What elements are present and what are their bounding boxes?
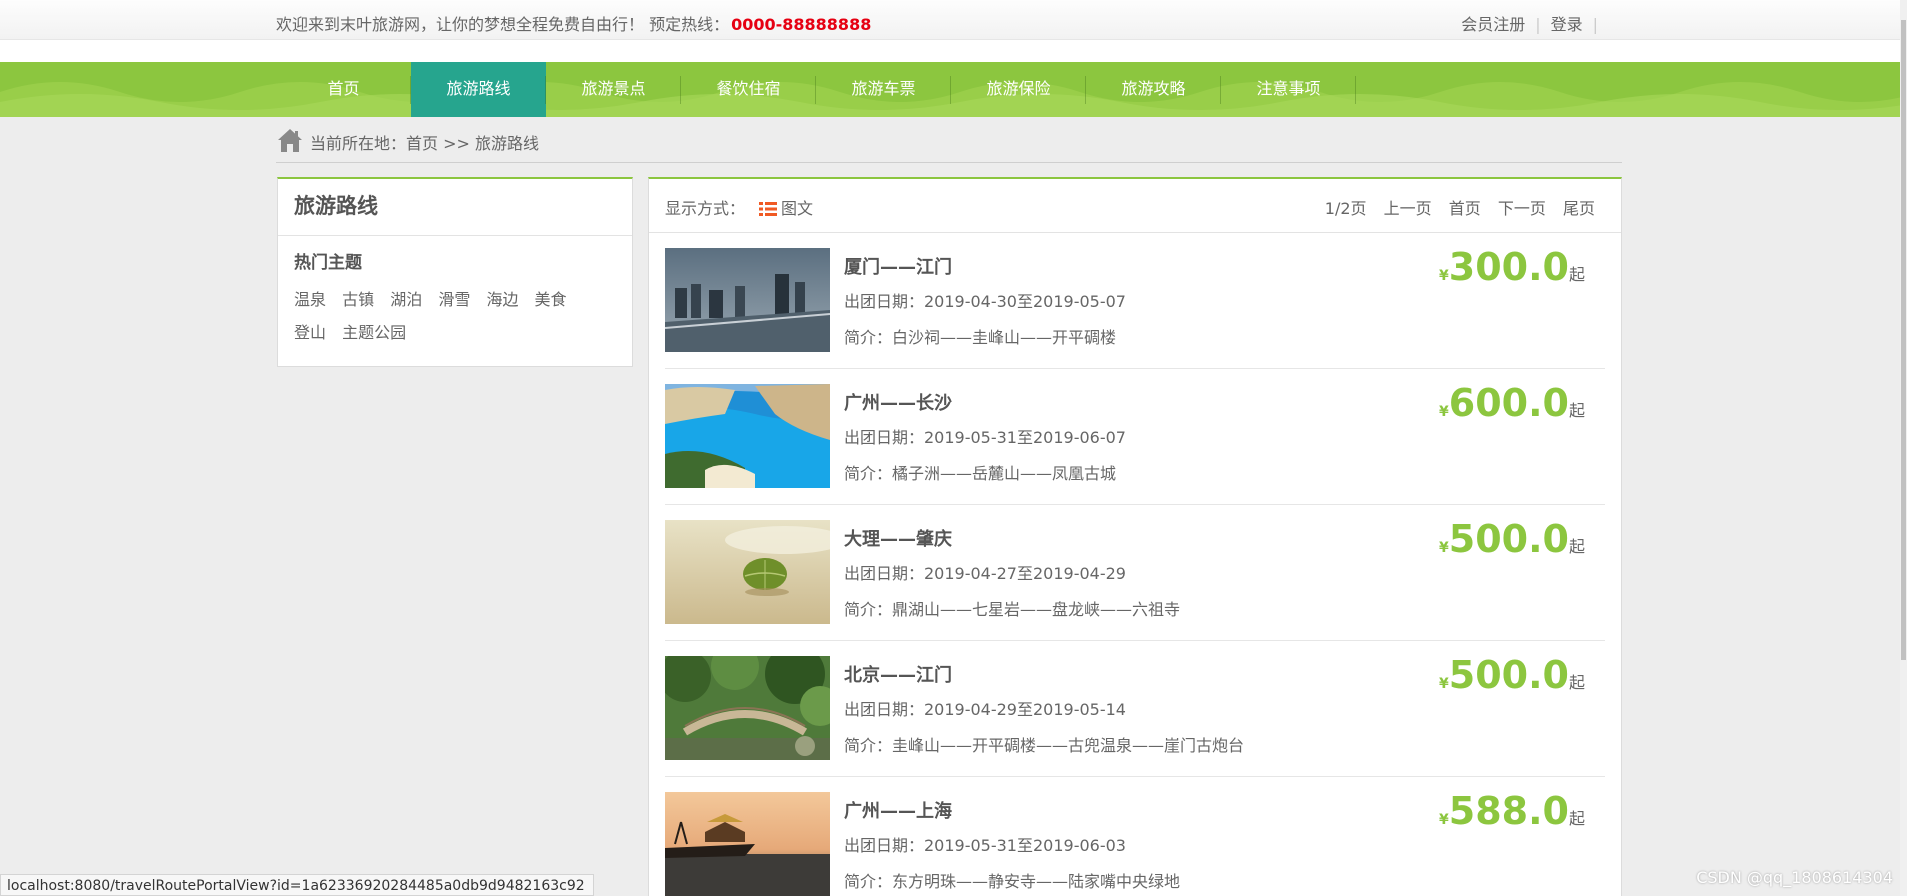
currency-symbol: ¥ xyxy=(1439,540,1449,556)
auth-separator-end: | xyxy=(1592,15,1598,34)
nav-item-notices[interactable]: 注意事项 xyxy=(1221,62,1356,117)
route-item[interactable]: 广州——上海 出团日期：2019-05-31至2019-06-03 简介：东方明… xyxy=(665,777,1605,896)
auth-links: 会员注册 | 登录 | xyxy=(1461,11,1608,35)
pagination: 1/2页 上一页 首页 下一页 尾页 xyxy=(1325,195,1595,219)
sidebar-title: 旅游路线 xyxy=(278,179,632,236)
route-title[interactable]: 厦门——江门 xyxy=(844,253,952,279)
route-list: 厦门——江门 出团日期：2019-04-30至2019-05-07 简介：白沙祠… xyxy=(649,233,1621,896)
page-indicator: 1/2页 xyxy=(1324,199,1367,218)
currency-symbol: ¥ xyxy=(1439,676,1449,692)
scrollbar-thumb[interactable] xyxy=(1901,20,1906,660)
route-title[interactable]: 广州——长沙 xyxy=(844,389,952,415)
route-item[interactable]: 广州——长沙 出团日期：2019-05-31至2019-06-07 简介：橘子洲… xyxy=(665,369,1605,505)
route-price: ¥500.0起 xyxy=(1439,517,1585,561)
price-suffix: 起 xyxy=(1568,673,1585,692)
topic-tags: 温泉 古镇 湖泊 滑雪 海边 美食 登山 主题公园 xyxy=(278,273,632,349)
route-title[interactable]: 广州——上海 xyxy=(844,797,952,823)
hot-topics-heading: 热门主题 xyxy=(294,253,362,273)
route-date: 出团日期：2019-04-27至2019-04-29 xyxy=(844,564,1126,583)
topic-tag-hot-spring[interactable]: 温泉 xyxy=(294,283,326,316)
price-suffix: 起 xyxy=(1568,537,1585,556)
topic-tag-theme-park[interactable]: 主题公园 xyxy=(342,316,406,349)
hotline-number: 0000-88888888 xyxy=(731,15,872,34)
route-price: ¥500.0起 xyxy=(1439,653,1585,697)
breadcrumb-text: 当前所在地：首页 >> 旅游路线 xyxy=(310,134,539,153)
route-list-panel: 显示方式： 图文 1/2页 上一页 首页 下一页 尾页 厦门——江门 出团日期：… xyxy=(648,177,1622,896)
route-item[interactable]: 大理——肇庆 出团日期：2019-04-27至2019-04-29 简介：鼎湖山… xyxy=(665,505,1605,641)
route-description: 简介：橘子洲——岳麓山——凤凰古城 xyxy=(844,464,1117,483)
garden-bridge-photo[interactable] xyxy=(665,656,830,760)
price-value: 500.0 xyxy=(1448,653,1569,697)
view-mode: 显示方式： 图文 xyxy=(665,195,813,219)
register-link[interactable]: 会员注册 xyxy=(1461,15,1525,34)
last-page-link[interactable]: 尾页 xyxy=(1563,199,1595,218)
boat-sunset-photo[interactable] xyxy=(665,792,830,896)
auth-separator: | xyxy=(1535,15,1541,34)
page-scrollbar[interactable] xyxy=(1900,0,1907,896)
login-link[interactable]: 登录 xyxy=(1551,15,1583,34)
home-icon xyxy=(278,129,302,152)
sidebar: 旅游路线 热门主题 温泉 古镇 湖泊 滑雪 海边 美食 登山 主题公园 xyxy=(277,177,633,367)
currency-symbol: ¥ xyxy=(1439,268,1449,284)
price-suffix: 起 xyxy=(1568,809,1585,828)
currency-symbol: ¥ xyxy=(1439,812,1449,828)
topic-tag-lake[interactable]: 湖泊 xyxy=(390,283,422,316)
topic-tag-skiing[interactable]: 滑雪 xyxy=(438,283,470,316)
nav-item-insurance[interactable]: 旅游保险 xyxy=(951,62,1086,117)
route-description: 简介：圭峰山——开平碉楼——古兜温泉——崖门古炮台 xyxy=(844,736,1245,755)
topic-tag-ancient-town[interactable]: 古镇 xyxy=(342,283,374,316)
first-page-link[interactable]: 首页 xyxy=(1449,199,1481,218)
route-item[interactable]: 厦门——江门 出团日期：2019-04-30至2019-05-07 简介：白沙祠… xyxy=(665,233,1605,369)
route-date: 出团日期：2019-04-30至2019-05-07 xyxy=(844,292,1126,311)
route-price: ¥588.0起 xyxy=(1439,789,1585,833)
nav-item-tickets[interactable]: 旅游车票 xyxy=(816,62,951,117)
view-mode-label: 显示方式： xyxy=(665,199,746,218)
price-value: 588.0 xyxy=(1448,789,1569,833)
nav-item-dining-lodging[interactable]: 餐饮住宿 xyxy=(681,62,816,117)
welcome-message: 欢迎来到末叶旅游网，让你的梦想全程免费自由行！ 预定热线： xyxy=(276,15,730,34)
top-bar: 欢迎来到末叶旅游网，让你的梦想全程免费自由行！ 预定热线： 0000-888888… xyxy=(0,0,1900,40)
route-price: ¥600.0起 xyxy=(1439,381,1585,425)
price-suffix: 起 xyxy=(1568,401,1585,420)
list-header: 显示方式： 图文 1/2页 上一页 首页 下一页 尾页 xyxy=(649,179,1621,233)
price-value: 500.0 xyxy=(1448,517,1569,561)
prev-page-link[interactable]: 上一页 xyxy=(1384,199,1432,218)
nav-item-attractions[interactable]: 旅游景点 xyxy=(546,62,681,117)
price-suffix: 起 xyxy=(1568,265,1585,284)
route-title[interactable]: 大理——肇庆 xyxy=(844,525,952,551)
nav-item-travel-routes[interactable]: 旅游路线 xyxy=(411,62,546,117)
price-value: 600.0 xyxy=(1448,381,1569,425)
nav-item-guides[interactable]: 旅游攻略 xyxy=(1086,62,1221,117)
route-date: 出团日期：2019-05-31至2019-06-03 xyxy=(844,836,1126,855)
route-price: ¥300.0起 xyxy=(1439,245,1585,289)
city-bridge-photo[interactable] xyxy=(665,248,830,352)
route-description: 简介：白沙祠——圭峰山——开平碉楼 xyxy=(844,328,1117,347)
topic-tag-food[interactable]: 美食 xyxy=(535,283,567,316)
view-mode-text[interactable]: 图文 xyxy=(781,199,813,218)
main-nav: 首页 旅游路线 旅游景点 餐饮住宿 旅游车票 旅游保险 旅游攻略 注意事项 xyxy=(0,62,1900,117)
status-bar-url: localhost:8080/travelRoutePortalView?id=… xyxy=(0,874,594,896)
route-title[interactable]: 北京——江门 xyxy=(844,661,952,687)
welcome-text: 欢迎来到末叶旅游网，让你的梦想全程免费自由行！ 预定热线： 0000-888888… xyxy=(276,11,871,35)
next-page-link[interactable]: 下一页 xyxy=(1498,199,1546,218)
list-view-icon[interactable] xyxy=(759,201,778,217)
topic-tag-hiking[interactable]: 登山 xyxy=(294,316,326,349)
route-date: 出团日期：2019-04-29至2019-05-14 xyxy=(844,700,1126,719)
watermark: CSDN @qq_1808614304 xyxy=(1696,868,1893,887)
currency-symbol: ¥ xyxy=(1439,404,1449,420)
route-item[interactable]: 北京——江门 出团日期：2019-04-29至2019-05-14 简介：圭峰山… xyxy=(665,641,1605,777)
leaf-on-sand-photo[interactable] xyxy=(665,520,830,624)
header-spacer xyxy=(0,40,1900,62)
topic-tag-seaside[interactable]: 海边 xyxy=(486,283,518,316)
breadcrumb: 当前所在地：首页 >> 旅游路线 xyxy=(276,126,1622,163)
route-description: 简介：东方明珠——静安寺——陆家嘴中央绿地 xyxy=(844,872,1181,891)
beach-cove-photo[interactable] xyxy=(665,384,830,488)
nav-item-home[interactable]: 首页 xyxy=(276,62,411,117)
price-value: 300.0 xyxy=(1448,245,1569,289)
route-description: 简介：鼎湖山——七星岩——盘龙峡——六祖寺 xyxy=(844,600,1181,619)
route-date: 出团日期：2019-05-31至2019-06-07 xyxy=(844,428,1126,447)
